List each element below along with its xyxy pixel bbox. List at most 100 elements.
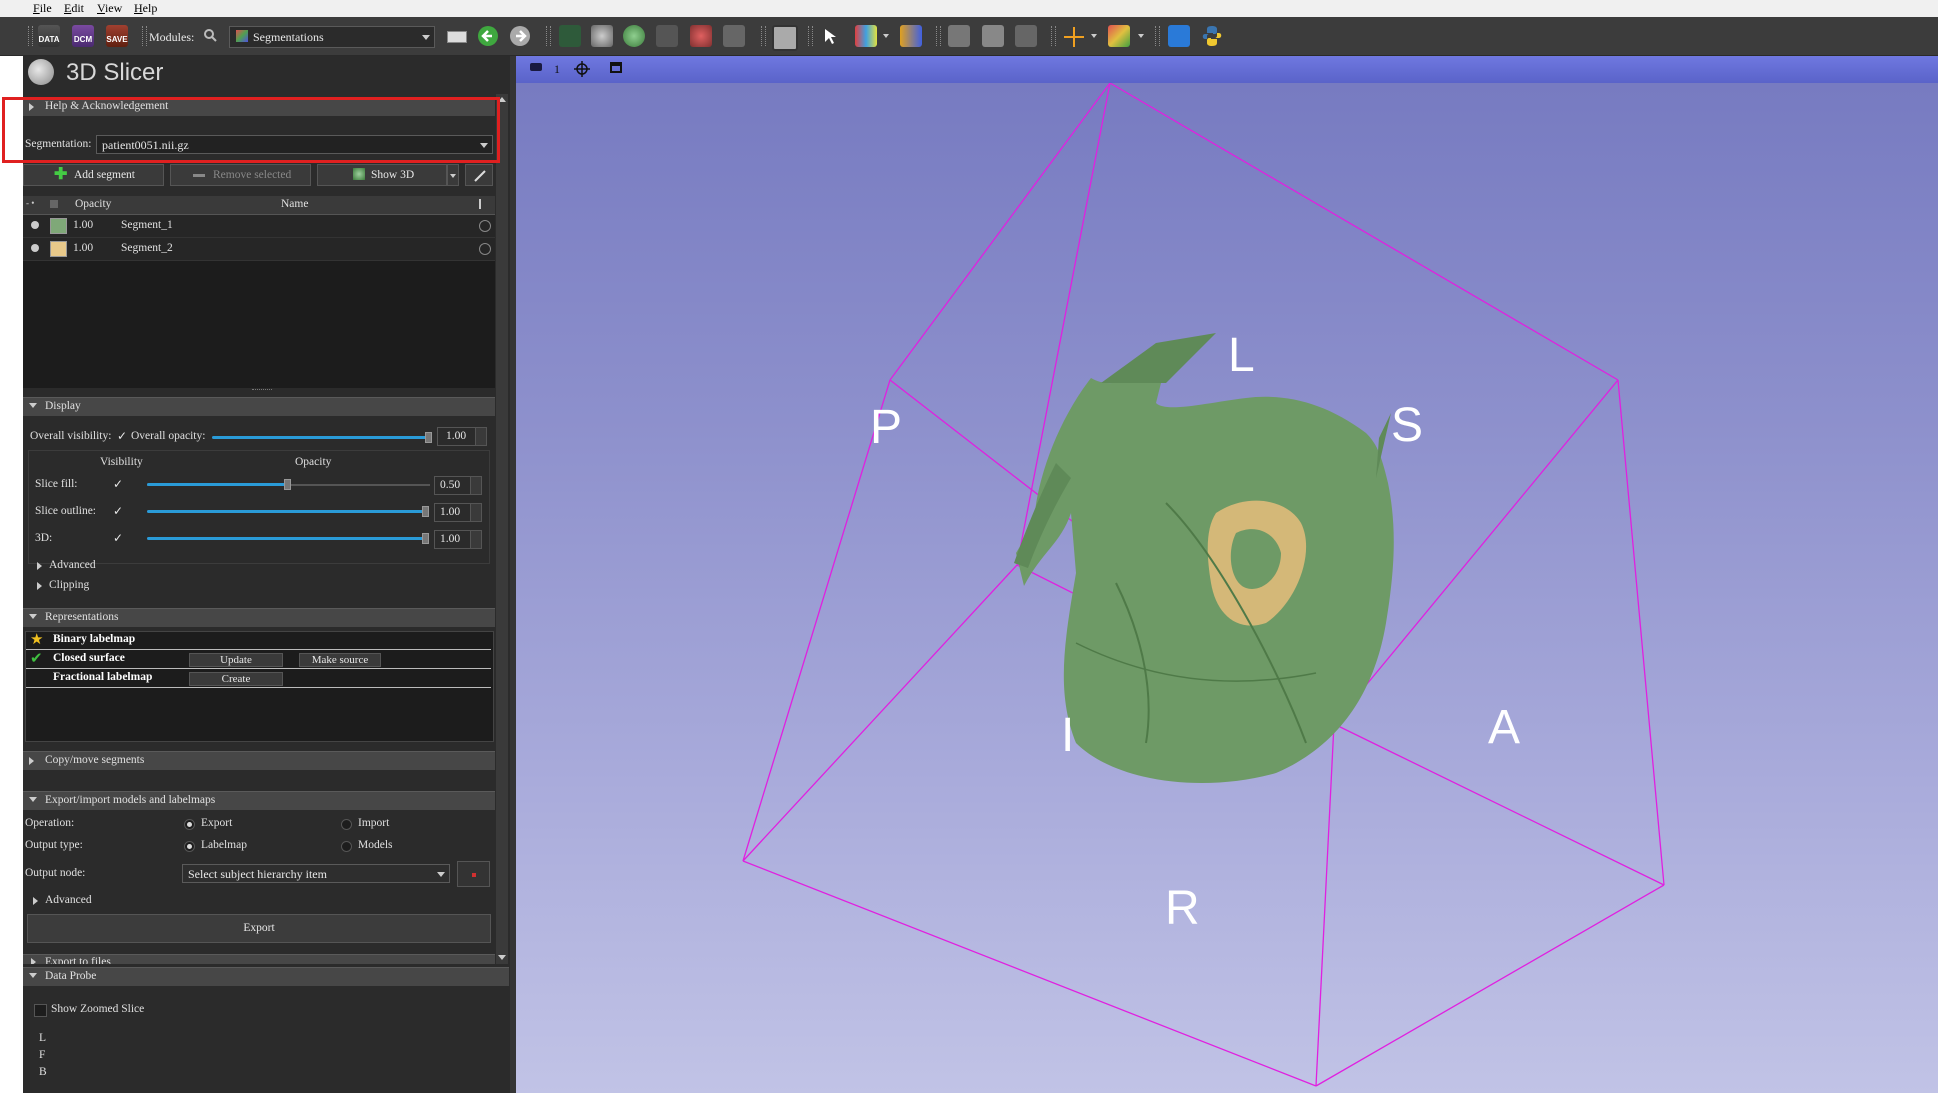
copy-move-section-header[interactable]: Copy/move segments (23, 751, 495, 770)
toolbar-grip[interactable] (546, 26, 551, 46)
export-files-section-header[interactable]: Export to files (23, 954, 495, 964)
overall-opacity-slider[interactable] (212, 436, 430, 439)
segment-opacity[interactable]: 1.00 (73, 219, 93, 231)
make-source-button[interactable]: Make source (299, 653, 381, 667)
models-option-label[interactable]: Models (358, 839, 393, 851)
import-option-label[interactable]: Import (358, 817, 389, 829)
slice-outline-spinbox[interactable]: 1.00 (434, 503, 482, 522)
show-3d-button[interactable]: Show 3D (317, 164, 447, 186)
export-option-label[interactable]: Export (201, 817, 232, 829)
slider-handle[interactable] (425, 432, 432, 443)
expand-arrow-icon[interactable] (33, 897, 38, 905)
maximize-view-icon[interactable] (610, 62, 622, 73)
slice-outline-visibility-checkbox[interactable]: ✓ (112, 505, 124, 517)
center-view-icon[interactable] (574, 61, 590, 77)
view-icon[interactable] (982, 25, 1004, 47)
color-column-icon[interactable] (50, 200, 58, 208)
show-zoomed-slice-label[interactable]: Show Zoomed Slice (51, 1003, 144, 1015)
markups-icon[interactable] (690, 25, 712, 47)
status-circle-icon[interactable] (479, 220, 491, 232)
forward-arrow-icon[interactable] (509, 25, 531, 51)
spin-arrows[interactable] (470, 531, 481, 548)
opacity-column-header[interactable]: Opacity (75, 198, 111, 210)
load-data-icon[interactable]: DATA (38, 25, 60, 47)
save-icon[interactable]: SAVE (106, 25, 128, 47)
update-button[interactable]: Update (189, 653, 283, 667)
module-search-icon[interactable] (203, 28, 217, 42)
data-probe-section-header[interactable]: Data Probe (23, 967, 509, 986)
python-console-icon[interactable] (1201, 25, 1223, 51)
export-button[interactable]: Export (27, 914, 491, 943)
three-d-visibility-checkbox[interactable]: ✓ (112, 532, 124, 544)
module-selector[interactable]: Segmentations (229, 26, 435, 48)
layout-icon[interactable] (948, 25, 970, 47)
toolbar-grip[interactable] (1155, 26, 1160, 46)
panel-scrollbar[interactable] (496, 94, 508, 964)
link-views-icon[interactable] (1015, 25, 1037, 47)
representations-section-header[interactable]: Representations (23, 608, 495, 627)
back-arrow-icon[interactable] (477, 25, 499, 51)
export-import-section-header[interactable]: Export/import models and labelmaps (23, 791, 495, 810)
export-radio[interactable] (184, 819, 195, 830)
place-fiducial-icon[interactable] (855, 25, 877, 47)
menu-edit[interactable]: Edit (64, 1, 84, 16)
eye-icon[interactable] (31, 221, 39, 229)
segment-name[interactable]: Segment_2 (121, 242, 173, 254)
models-radio[interactable] (341, 841, 352, 852)
transforms-icon[interactable] (656, 25, 678, 47)
remove-selected-button[interactable]: Remove selected (170, 164, 311, 186)
labelmap-radio[interactable] (184, 841, 195, 852)
menu-view[interactable]: View (97, 1, 122, 16)
toolbar-grip[interactable] (761, 26, 766, 46)
toolbar-grip[interactable] (808, 26, 813, 46)
three-d-opacity-spinbox[interactable]: 1.00 (434, 530, 482, 549)
overall-opacity-spinbox[interactable]: 1.00 (437, 427, 487, 446)
three-d-opacity-slider[interactable] (147, 537, 427, 540)
segment-opacity[interactable]: 1.00 (73, 242, 93, 254)
extensions-manager-icon[interactable] (1168, 25, 1190, 47)
add-segment-button[interactable]: ✚ Add segment (23, 164, 164, 186)
segments-table[interactable]: - • Opacity Name 1.00 Segment_1 1.00 Seg… (23, 196, 495, 388)
display-advanced-toggle[interactable]: Advanced (49, 559, 96, 571)
show-zoomed-slice-checkbox[interactable] (34, 1004, 47, 1017)
slice-fill-spinbox[interactable]: 0.50 (434, 476, 482, 495)
table-row[interactable]: 1.00 Segment_2 (23, 238, 495, 261)
layout-options-icon[interactable] (1108, 25, 1130, 47)
screen-capture-icon[interactable] (772, 25, 798, 51)
create-button[interactable]: Create (189, 672, 283, 686)
spin-arrows[interactable] (475, 428, 486, 445)
chevron-down-icon[interactable] (1138, 34, 1144, 38)
menu-help[interactable]: Help (134, 1, 157, 16)
splitter-handle[interactable] (252, 389, 272, 393)
visibility-column-icon[interactable]: - • (26, 198, 34, 208)
segment-color-swatch[interactable] (50, 218, 67, 234)
models-icon[interactable] (623, 25, 645, 47)
window-level-icon[interactable] (900, 25, 922, 47)
volumes-cube-icon[interactable] (591, 25, 613, 47)
scroll-down-arrow-icon[interactable] (498, 955, 506, 960)
slider-handle[interactable] (422, 533, 429, 544)
expand-arrow-icon[interactable] (37, 582, 42, 590)
expand-arrow-icon[interactable] (37, 562, 42, 570)
labelmap-option-label[interactable]: Labelmap (201, 839, 247, 851)
overall-visibility-checkbox[interactable]: ✓ (116, 430, 128, 442)
clipping-toggle[interactable]: Clipping (49, 579, 89, 591)
crosshair-icon[interactable] (1063, 26, 1085, 52)
toolbar-grip[interactable] (1051, 26, 1056, 46)
slice-fill-visibility-checkbox[interactable]: ✓ (112, 478, 124, 490)
chevron-down-icon[interactable] (883, 34, 889, 38)
slice-outline-slider[interactable] (147, 510, 427, 513)
status-column-icon[interactable] (479, 199, 490, 209)
slider-handle[interactable] (284, 479, 291, 490)
show-3d-dropdown[interactable] (447, 164, 459, 186)
slider-handle[interactable] (422, 506, 429, 517)
edit-segment-button[interactable] (465, 164, 493, 186)
eye-icon[interactable] (31, 244, 39, 252)
output-node-selector[interactable]: Select subject hierarchy item (182, 864, 450, 883)
pin-icon[interactable] (530, 63, 542, 71)
import-radio[interactable] (341, 819, 352, 830)
status-circle-icon[interactable] (479, 243, 491, 255)
table-row[interactable]: 1.00 Segment_1 (23, 215, 495, 238)
spin-arrows[interactable] (470, 477, 481, 494)
toolbar-grip[interactable] (936, 26, 941, 46)
